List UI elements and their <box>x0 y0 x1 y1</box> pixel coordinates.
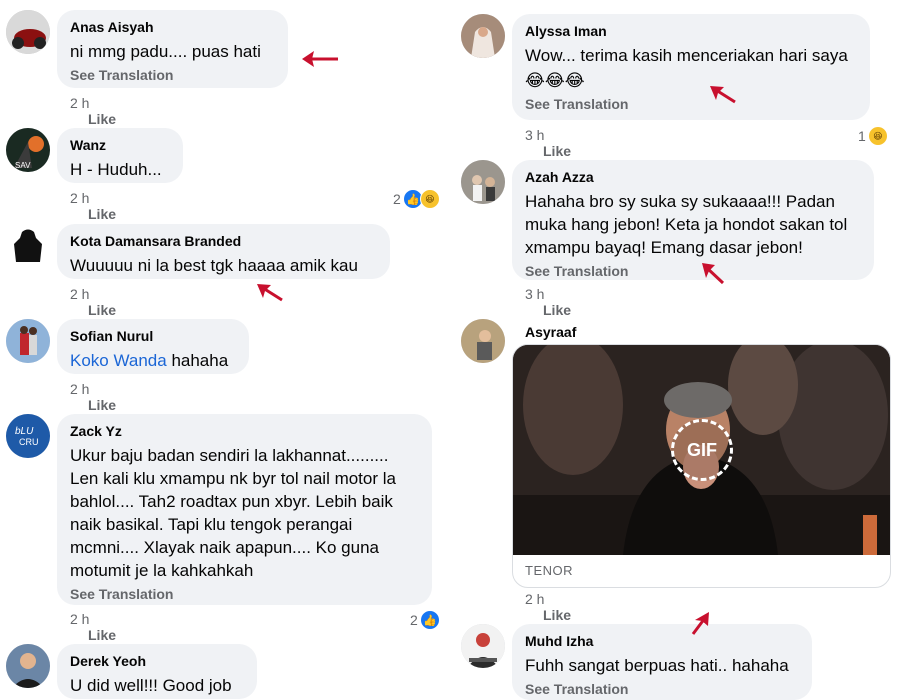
see-translation-link[interactable]: See Translation <box>525 681 799 698</box>
comment-bubble: Kota Damansara Branded Wuuuuu ni la best… <box>57 224 390 279</box>
emoji-row: 😂😂😂 <box>525 71 585 90</box>
like-button[interactable]: Like <box>88 397 116 413</box>
comment-meta: 2 h Like <box>70 381 116 413</box>
gif-image[interactable]: GIF <box>513 345 890 555</box>
see-translation-link[interactable]: See Translation <box>70 586 419 603</box>
comment-meta: 2 h Like <box>70 95 116 127</box>
comment-time[interactable]: 3 h <box>525 286 544 302</box>
avatar[interactable]: SAV <box>6 128 50 172</box>
comment-author[interactable]: Anas Aisyah <box>70 19 275 36</box>
svg-text:SAV: SAV <box>15 161 31 170</box>
like-button[interactable]: Like <box>88 206 116 222</box>
red-arrow-icon <box>691 612 709 635</box>
red-arrow-icon <box>257 284 283 302</box>
comment-author[interactable]: Alyssa Iman <box>525 23 857 40</box>
avatar[interactable] <box>461 624 505 668</box>
comment-bubble: Azah Azza Hahaha bro sy suka sy sukaaaa!… <box>512 160 874 280</box>
gif-source-label: TENOR <box>525 563 573 578</box>
like-button[interactable]: Like <box>88 111 116 127</box>
comment-text: H - Huduh... <box>70 160 162 179</box>
like-button[interactable]: Like <box>88 302 116 318</box>
comment-meta: 2 h Like <box>525 591 571 623</box>
comment-author[interactable]: Azah Azza <box>525 169 861 186</box>
comment-text: Koko Wanda hahaha <box>70 349 236 372</box>
haha-icon: 😆 <box>419 189 440 209</box>
see-translation-link[interactable]: See Translation <box>525 96 857 113</box>
comment-bubble: Wanz H - Huduh... <box>57 128 183 183</box>
comment-bubble: Derek Yeoh U did well!!! Good job <box>57 644 257 699</box>
gif-badge[interactable]: GIF <box>671 419 733 481</box>
comment-text: Wow... terima kasih menceriakan hari say… <box>525 46 848 65</box>
reaction-summary[interactable]: 2 👍 😆 <box>393 189 440 209</box>
comment-text-rest: hahaha <box>166 351 229 370</box>
comment-text: Ukur baju badan sendiri la lakhannat....… <box>70 446 396 580</box>
avatar[interactable] <box>461 319 505 363</box>
comment-text: Fuhh sangat berpuas hati.. hahaha <box>525 656 789 675</box>
comment-meta: 2 h Like <box>70 611 116 643</box>
avatar[interactable] <box>461 14 505 58</box>
comment-meta: 3 h Like <box>525 127 571 159</box>
comment-time[interactable]: 3 h <box>525 127 544 143</box>
comment-time[interactable]: 2 h <box>70 381 89 397</box>
reaction-count: 2 <box>393 191 401 207</box>
reaction-count: 2 <box>410 612 418 628</box>
haha-icon: 😆 <box>867 126 888 146</box>
comment-bubble: Zack Yz Ukur baju badan sendiri la lakha… <box>57 414 432 605</box>
comment-bubble: Anas Aisyah ni mmg padu.... puas hati Se… <box>57 10 288 88</box>
like-icon: 👍 <box>419 610 440 630</box>
red-arrow-icon <box>710 86 736 104</box>
red-arrow-icon <box>702 263 725 285</box>
comment-text: U did well!!! Good job <box>70 676 232 695</box>
avatar[interactable]: bLU CRU <box>6 414 50 458</box>
red-arrow-icon <box>302 51 338 67</box>
comment-author[interactable]: Wanz <box>70 137 170 154</box>
like-button[interactable]: Like <box>543 143 571 159</box>
like-button[interactable]: Like <box>543 302 571 318</box>
see-translation-link[interactable]: See Translation <box>525 263 861 280</box>
comment-bubble: Sofian Nurul Koko Wanda hahaha <box>57 319 249 374</box>
comment-bubble: Alyssa Iman Wow... terima kasih menceria… <box>512 14 870 120</box>
avatar[interactable] <box>6 644 50 688</box>
comment-text: Wuuuuu ni la best tgk haaaa amik kau <box>70 256 358 275</box>
gif-attachment[interactable]: GIF TENOR <box>512 344 891 588</box>
comment-author[interactable]: Sofian Nurul <box>70 328 236 345</box>
see-translation-link[interactable]: See Translation <box>70 67 275 84</box>
comment-text: Hahaha bro sy suka sy sukaaaa!!! Padan m… <box>525 192 848 257</box>
reaction-count: 1 <box>858 128 866 144</box>
avatar[interactable] <box>6 10 50 54</box>
comment-time[interactable]: 2 h <box>70 286 89 302</box>
comment-author[interactable]: Muhd Izha <box>525 633 799 650</box>
comment-meta: 3 h Like <box>525 286 571 318</box>
svg-text:bLU: bLU <box>15 426 34 437</box>
comment-author[interactable]: Kota Damansara Branded <box>70 233 377 250</box>
avatar[interactable] <box>461 160 505 204</box>
comment-meta: 2 h Like <box>70 286 116 318</box>
comment-time[interactable]: 2 h <box>70 190 89 206</box>
comment-time[interactable]: 2 h <box>70 611 89 627</box>
like-button[interactable]: Like <box>88 627 116 643</box>
avatar[interactable] <box>6 224 50 268</box>
comment-time[interactable]: 2 h <box>525 591 544 607</box>
mention-link[interactable]: Koko Wanda <box>70 351 167 370</box>
comment-bubble: Muhd Izha Fuhh sangat berpuas hati.. hah… <box>512 624 812 700</box>
like-button[interactable]: Like <box>543 607 571 623</box>
avatar[interactable] <box>6 319 50 363</box>
comment-meta: 2 h Like <box>70 190 116 222</box>
reaction-summary[interactable]: 1 😆 <box>858 126 888 146</box>
comment-time[interactable]: 2 h <box>70 95 89 111</box>
comment-text: ni mmg padu.... puas hati <box>70 42 261 61</box>
reaction-summary[interactable]: 2 👍 <box>410 610 440 630</box>
comment-author[interactable]: Zack Yz <box>70 423 419 440</box>
svg-text:CRU: CRU <box>19 437 39 447</box>
comment-author[interactable]: Derek Yeoh <box>70 653 244 670</box>
